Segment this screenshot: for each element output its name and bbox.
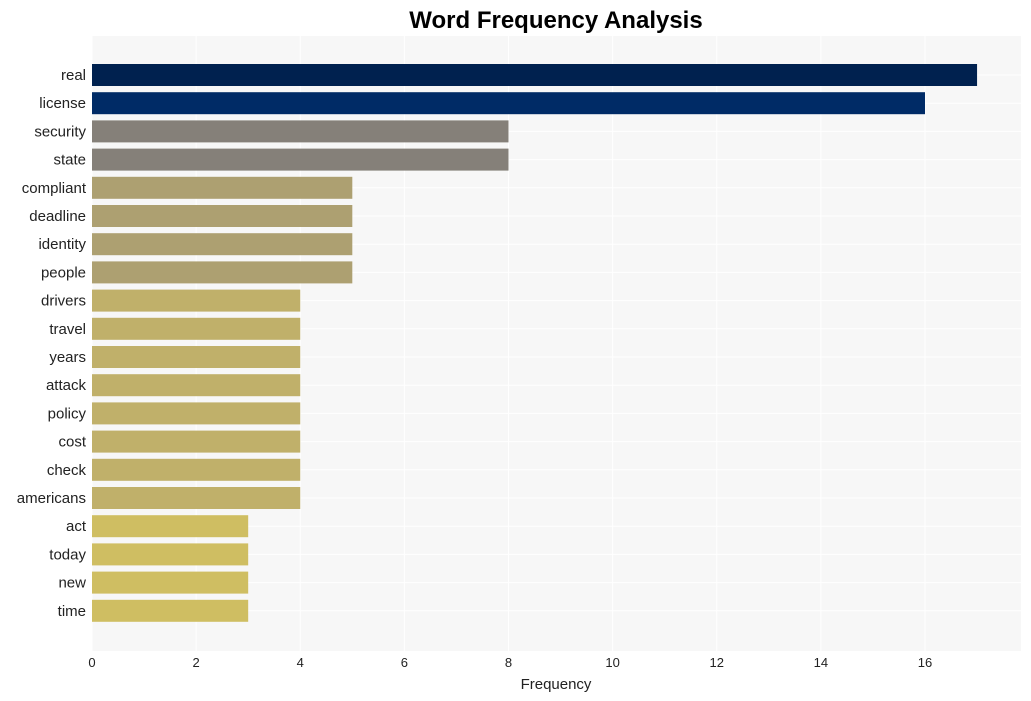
y-tick-label: real: [61, 67, 86, 84]
x-tick-label: 16: [918, 655, 932, 670]
y-tick-label: state: [53, 152, 86, 169]
bar-state: [92, 148, 509, 171]
bar-attack: [92, 374, 301, 397]
bar-new: [92, 571, 249, 594]
x-tick-label: 0: [88, 655, 95, 670]
y-tick-label: attack: [46, 377, 87, 394]
bar-travel: [92, 317, 301, 340]
y-tick-label: act: [66, 518, 87, 535]
bar-compliant: [92, 176, 353, 199]
y-tick-label: identity: [38, 236, 86, 253]
y-tick-label: people: [41, 264, 86, 281]
bar-drivers: [92, 289, 301, 312]
y-tick-label: compliant: [22, 180, 87, 197]
y-tick-label: years: [49, 349, 86, 366]
y-tick-label: travel: [49, 321, 86, 338]
bar-check: [92, 458, 301, 481]
bar-chart: Word Frequency Analysis real license secur…: [17, 7, 1021, 693]
y-tick-label: cost: [58, 434, 86, 451]
bar-americans: [92, 487, 301, 509]
y-tick-labels: real license security state compliant deadlin…: [17, 67, 87, 620]
x-tick-label: 6: [401, 655, 408, 670]
y-tick-label: policy: [48, 405, 87, 422]
y-tick-label: americans: [17, 490, 86, 507]
bar-license: [92, 92, 925, 115]
bar-policy: [92, 402, 301, 425]
x-tick-label: 14: [814, 655, 828, 670]
x-tick-label: 2: [193, 655, 200, 670]
bar-years: [92, 346, 301, 368]
x-tick-label: 8: [505, 655, 512, 670]
bar-time: [92, 599, 249, 622]
bar-security: [92, 120, 509, 143]
x-tick-labels: 0 2 4 6 8 10 12 14 16: [88, 655, 932, 670]
bar-deadline: [92, 205, 353, 227]
y-tick-label: security: [34, 123, 86, 140]
y-tick-label: license: [39, 95, 86, 112]
x-tick-label: 4: [297, 655, 304, 670]
x-tick-label: 10: [605, 655, 619, 670]
bar-today: [92, 543, 249, 566]
bar-cost: [92, 430, 301, 453]
y-tick-label: check: [47, 462, 87, 479]
y-tick-label: new: [58, 575, 86, 592]
y-tick-label: deadline: [29, 208, 86, 225]
bar-act: [92, 515, 249, 538]
x-tick-label: 12: [710, 655, 724, 670]
bar-people: [92, 261, 353, 284]
y-tick-label: time: [58, 603, 86, 620]
bar-real: [92, 64, 978, 86]
y-tick-label: today: [49, 546, 86, 563]
bar-identity: [92, 233, 353, 256]
chart-title: Word Frequency Analysis: [409, 7, 702, 34]
x-axis-label: Frequency: [521, 676, 592, 693]
y-tick-label: drivers: [41, 293, 86, 310]
